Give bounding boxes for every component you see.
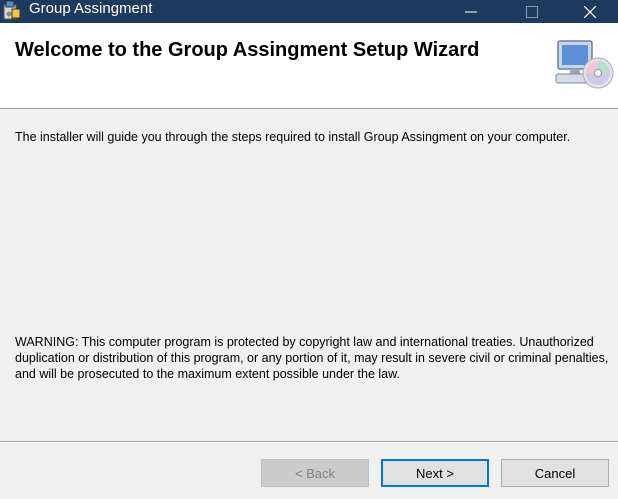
installer-app-icon	[3, 0, 21, 20]
close-icon	[584, 5, 596, 18]
close-button[interactable]	[567, 0, 613, 23]
maximize-button[interactable]	[509, 0, 555, 23]
footer-separator	[0, 441, 618, 443]
back-button[interactable]: < Back	[261, 459, 369, 487]
wizard-header: Welcome to the Group Assingment Setup Wi…	[0, 23, 618, 109]
cancel-button[interactable]: Cancel	[501, 459, 609, 487]
minimize-icon	[465, 11, 477, 12]
warning-text: WARNING: This computer program is protec…	[15, 335, 609, 381]
next-button[interactable]: Next >	[381, 459, 489, 487]
intro-text: The installer will guide you through the…	[15, 130, 571, 144]
maximize-icon	[526, 5, 538, 18]
page-title: Welcome to the Group Assingment Setup Wi…	[15, 39, 480, 61]
title-bar[interactable]: Group Assingment	[0, 0, 618, 23]
minimize-button[interactable]	[448, 0, 494, 23]
computer-cd-icon	[554, 37, 616, 95]
window-title: Group Assingment	[29, 0, 153, 17]
